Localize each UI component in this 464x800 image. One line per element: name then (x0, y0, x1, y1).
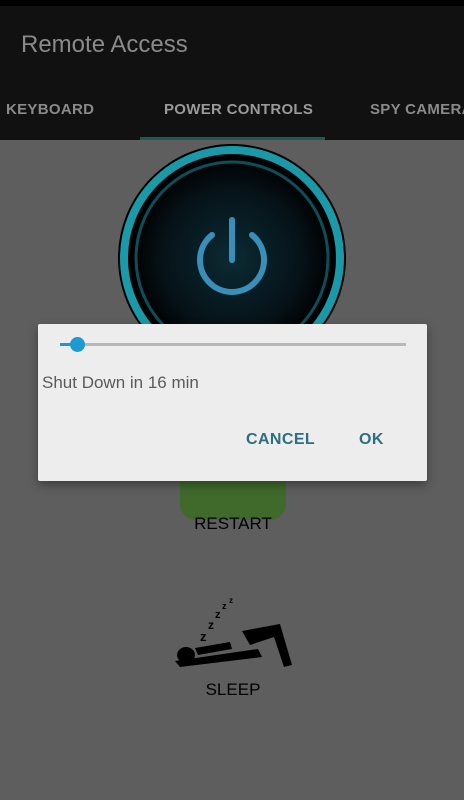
tab-power-controls[interactable]: POWER CONTROLS (164, 90, 313, 140)
shutdown-timer-dialog: Shut Down in 16 min CANCEL OK (38, 324, 427, 481)
tab-keyboard[interactable]: KEYBOARD (6, 90, 94, 140)
shutdown-timer-slider[interactable] (60, 337, 406, 352)
tab-spy-camera[interactable]: SPY CAMERA (370, 90, 464, 140)
cancel-button[interactable]: CANCEL (240, 427, 321, 453)
sleep-label[interactable]: SLEEP (180, 680, 286, 700)
svg-text:z: z (215, 609, 221, 621)
svg-text:z: z (222, 601, 227, 611)
restart-label[interactable]: RESTART (180, 514, 286, 534)
sleep-icon[interactable]: z z z z z (170, 597, 295, 672)
tab-bar: KEYBOARD POWER CONTROLS SPY CAMERA (0, 90, 464, 140)
app-title: Remote Access (21, 31, 188, 58)
dialog-message: Shut Down in 16 min (42, 373, 199, 392)
ok-button[interactable]: OK (353, 427, 390, 453)
svg-text:z: z (200, 629, 207, 644)
app-bar: Remote Access (0, 6, 464, 90)
slider-thumb[interactable] (70, 337, 86, 352)
svg-text:z: z (208, 618, 214, 632)
svg-text:z: z (229, 597, 233, 605)
